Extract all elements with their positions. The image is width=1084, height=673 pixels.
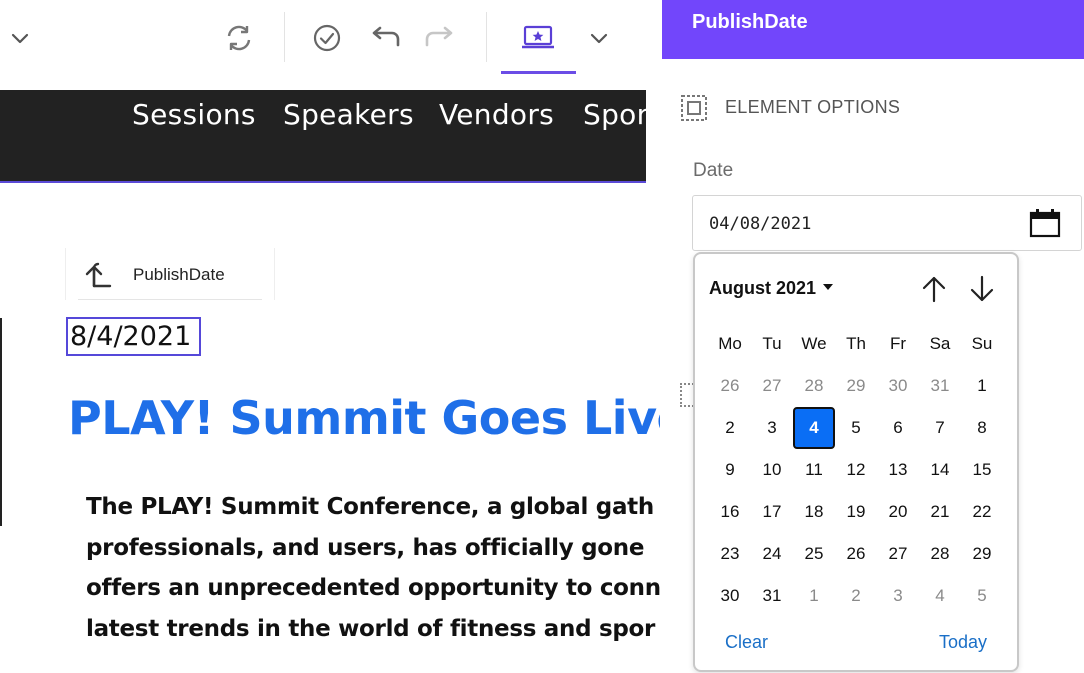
- calendar-day[interactable]: 25: [793, 533, 835, 575]
- arrow-down-icon[interactable]: [967, 274, 997, 304]
- month-year-selector[interactable]: August 2021: [709, 278, 816, 299]
- chevron-down-icon[interactable]: [579, 18, 619, 58]
- calendar-day[interactable]: 21: [919, 491, 961, 533]
- editor-toolbar: [0, 0, 662, 90]
- calendar-day[interactable]: 1: [793, 575, 835, 617]
- calendar-day[interactable]: 11: [793, 449, 835, 491]
- date-input-value[interactable]: 04/08/2021: [709, 214, 811, 234]
- calendar-day-selected[interactable]: 4: [793, 407, 835, 449]
- calendar-day[interactable]: 5: [961, 575, 1003, 617]
- calendar-day[interactable]: 2: [835, 575, 877, 617]
- check-circle-icon[interactable]: [307, 18, 347, 58]
- calendar-day[interactable]: 31: [751, 575, 793, 617]
- article-body-line[interactable]: latest trends in the world of fitness an…: [86, 616, 655, 642]
- toolbar-separator: [486, 12, 487, 62]
- article-body-line[interactable]: The PLAY! Summit Conference, a global ga…: [86, 494, 654, 520]
- today-button[interactable]: Today: [939, 632, 987, 653]
- calendar-day[interactable]: 7: [919, 407, 961, 449]
- weekday-label: Su: [971, 334, 993, 353]
- calendar-day[interactable]: 31: [919, 365, 961, 407]
- element-frame-fragment: [680, 383, 694, 407]
- date-field-label: Date: [693, 160, 734, 181]
- panel-title: PublishDate: [692, 11, 808, 33]
- calendar-day[interactable]: 30: [877, 365, 919, 407]
- calendar-icon[interactable]: [1028, 207, 1062, 239]
- calendar-day[interactable]: 10: [751, 449, 793, 491]
- calendar-day[interactable]: 27: [751, 365, 793, 407]
- article-body-line[interactable]: professionals, and users, has officially…: [86, 535, 644, 561]
- calendar-day[interactable]: 22: [961, 491, 1003, 533]
- calendar-day[interactable]: 2: [709, 407, 751, 449]
- weekday-label: We: [801, 334, 827, 353]
- nav-item-sessions[interactable]: Sessions: [132, 98, 256, 131]
- date-picker-popup: August 2021 Mo Tu We Th Fr Sa Su 26 27 28 29 30 31 1…: [693, 252, 1019, 672]
- refresh-icon[interactable]: [219, 18, 259, 58]
- nav-item-vendors[interactable]: Vendors: [439, 98, 554, 131]
- redo-icon[interactable]: [421, 18, 461, 58]
- weekday-label: Tu: [762, 334, 782, 353]
- properties-panel: PublishDate ELEMENT OPTIONS Date 04/08/2…: [662, 0, 1084, 673]
- article-headline[interactable]: PLAY! Summit Goes Live: [68, 391, 660, 445]
- calendar-day[interactable]: 15: [961, 449, 1003, 491]
- toolbar-separator: [284, 12, 285, 62]
- calendar-day[interactable]: 29: [835, 365, 877, 407]
- calendar-day[interactable]: 1: [961, 365, 1003, 407]
- chevron-down-icon[interactable]: [0, 18, 40, 58]
- calendar-day[interactable]: 9: [709, 449, 751, 491]
- field-chip-label: PublishDate: [133, 265, 225, 284]
- page-canvas: PublishDate 8/4/2021 PLAY! Summit Goes L…: [0, 183, 660, 673]
- calendar-day[interactable]: 20: [877, 491, 919, 533]
- site-navigation: Sessions Speakers Vendors Spon: [0, 90, 646, 183]
- editor-window: Sessions Speakers Vendors Spon PublishDa…: [0, 0, 1084, 673]
- calendar-day[interactable]: 8: [961, 407, 1003, 449]
- calendar-day[interactable]: 19: [835, 491, 877, 533]
- publish-date-field[interactable]: 8/4/2021: [66, 317, 201, 356]
- section-label: ELEMENT OPTIONS: [725, 97, 901, 117]
- field-chip[interactable]: PublishDate: [65, 248, 275, 300]
- date-input[interactable]: 04/08/2021: [692, 195, 1082, 251]
- calendar-day[interactable]: 28: [919, 533, 961, 575]
- clear-button[interactable]: Clear: [725, 632, 768, 653]
- calendar-day[interactable]: 18: [793, 491, 835, 533]
- element-options-icon: [681, 95, 707, 121]
- calendar-day[interactable]: 14: [919, 449, 961, 491]
- panel-header: PublishDate: [662, 0, 1084, 59]
- calendar-day[interactable]: 26: [835, 533, 877, 575]
- calendar-day[interactable]: 16: [709, 491, 751, 533]
- weekday-label: Sa: [929, 334, 951, 353]
- calendar-day[interactable]: 27: [877, 533, 919, 575]
- calendar-day[interactable]: 24: [751, 533, 793, 575]
- rendering-edge: [0, 318, 2, 526]
- calendar-day[interactable]: 4: [919, 575, 961, 617]
- nav-item-sponsors[interactable]: Spon: [583, 98, 646, 131]
- divider: [78, 299, 262, 300]
- arrow-up-left-icon[interactable]: [84, 260, 114, 288]
- calendar-day[interactable]: 3: [751, 407, 793, 449]
- calendar-day[interactable]: 23: [709, 533, 751, 575]
- calendar-day[interactable]: 26: [709, 365, 751, 407]
- calendar-day[interactable]: 17: [751, 491, 793, 533]
- device-preview-icon[interactable]: [518, 18, 558, 58]
- caret-down-icon[interactable]: [823, 284, 833, 290]
- nav-item-speakers[interactable]: Speakers: [283, 98, 414, 131]
- weekday-label: Th: [846, 334, 866, 353]
- weekday-label: Fr: [889, 334, 907, 353]
- calendar-day[interactable]: 12: [835, 449, 877, 491]
- calendar-day[interactable]: 6: [877, 407, 919, 449]
- calendar-day[interactable]: 5: [835, 407, 877, 449]
- arrow-up-icon[interactable]: [919, 274, 949, 304]
- calendar-day[interactable]: 30: [709, 575, 751, 617]
- weekday-label: Mo: [718, 334, 742, 353]
- article-body-line[interactable]: offers an unprecedented opportunity to c…: [86, 575, 660, 601]
- calendar-day[interactable]: 13: [877, 449, 919, 491]
- active-tab-indicator: [501, 71, 576, 74]
- calendar-day[interactable]: 29: [961, 533, 1003, 575]
- calendar-day[interactable]: 28: [793, 365, 835, 407]
- undo-icon[interactable]: [364, 18, 404, 58]
- calendar-day[interactable]: 3: [877, 575, 919, 617]
